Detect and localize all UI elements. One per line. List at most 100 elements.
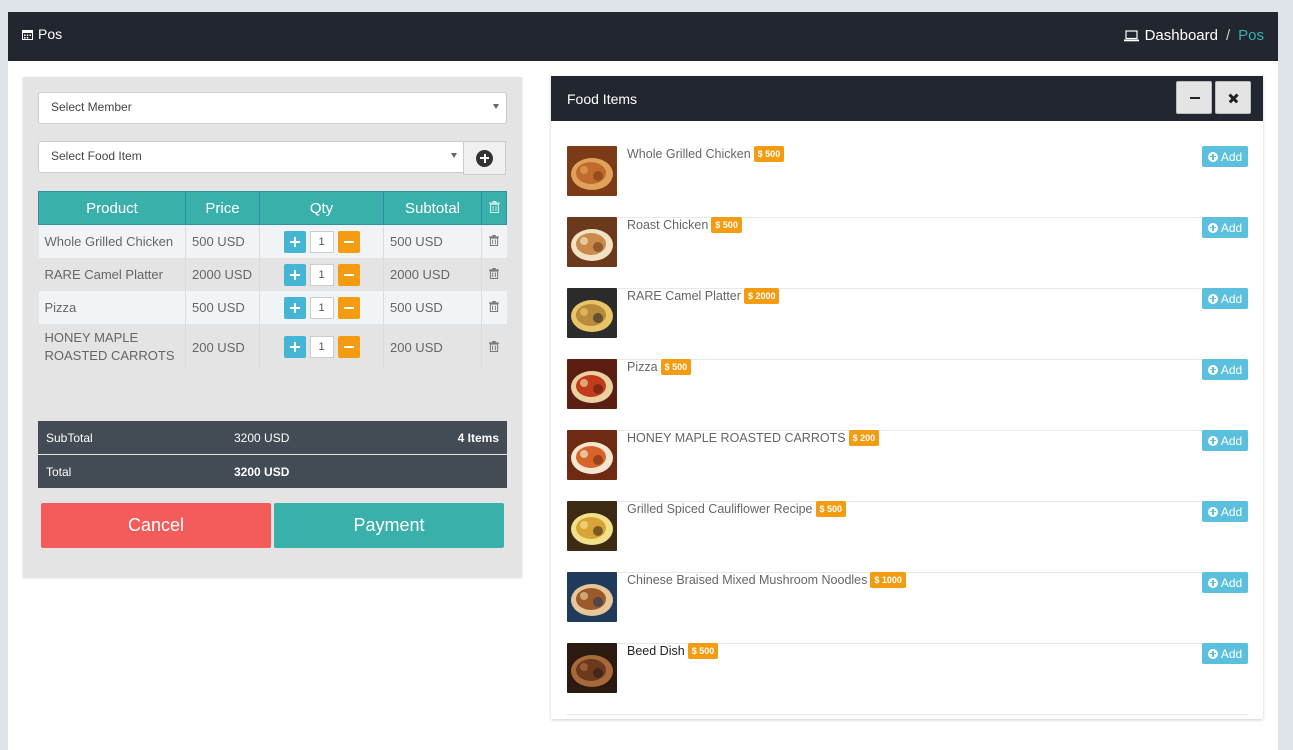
member-select-value: Select Member [51,100,132,114]
food-item: Roast Chicken $ 500 Add [567,217,1248,289]
food-items-header: Food Items [551,76,1263,121]
food-item-title: Whole Grilled Chicken $ 500 [627,146,785,162]
cart-row: Whole Grilled Chicken 500 USD 1 500 USD [38,224,507,258]
cart-subtotal: 500 USD [383,291,482,324]
qty-input[interactable]: 1 [309,263,334,286]
food-item-title: Chinese Braised Mixed Mushroom Noodles $ … [627,572,906,588]
food-items-title: Food Items [567,91,638,107]
chevron-down-icon [451,153,457,158]
qty-input[interactable]: 1 [309,230,334,253]
trash-icon [489,268,500,279]
total-bar: Total 3200 USD [38,455,507,488]
remove-row-button[interactable] [481,324,507,370]
decrease-qty-button[interactable] [337,296,360,319]
cart-subtotal: 200 USD [383,324,482,370]
cart-subtotal: 500 USD [383,224,482,258]
cart-table: Product Price Qty Subtotal Whole Grilled [38,191,507,370]
decrease-qty-button[interactable] [337,263,360,286]
increase-qty-button[interactable] [283,263,306,286]
add-to-cart-button[interactable]: Add [1202,217,1248,238]
total-label: Total [46,465,72,479]
cart-qty-cell: 1 [259,224,384,258]
calendar-icon [22,29,33,40]
food-item-title: Grilled Spiced Cauliflower Recipe $ 500 [627,501,847,517]
add-to-cart-button[interactable]: Add [1202,146,1248,167]
member-select[interactable]: Select Member [38,92,507,124]
add-to-cart-button[interactable]: Add [1202,359,1248,380]
clear-cart-header[interactable] [481,191,507,225]
price-badge: $ 200 [848,430,880,446]
add-label: Add [1220,433,1243,448]
add-label: Add [1220,504,1243,519]
close-button[interactable] [1215,81,1251,114]
food-thumbnail [567,572,617,622]
add-label: Add [1220,575,1243,590]
add-label: Add [1220,362,1243,377]
add-to-cart-button[interactable]: Add [1202,430,1248,451]
cart-row: Pizza 500 USD 1 500 USD [38,291,507,324]
food-items-panel: Food Items Whole Grilled Chicken $ 500 Add… [551,76,1263,719]
remove-row-button[interactable] [481,224,507,258]
add-food-button[interactable] [463,141,506,175]
cart-product: HONEY MAPLE ROASTED CARROTS [38,324,186,370]
cart-row: HONEY MAPLE ROASTED CARROTS 200 USD 1 200 U… [38,324,507,370]
add-to-cart-button[interactable]: Add [1202,288,1248,309]
cart-qty-cell: 1 [259,291,384,324]
increase-qty-button[interactable] [283,336,306,358]
food-item-title: Pizza $ 500 [627,359,692,375]
food-thumbnail [567,217,617,267]
decrease-qty-button[interactable] [337,336,360,358]
food-item-title: RARE Camel Platter $ 2000 [627,288,780,304]
cancel-button[interactable]: Cancel [41,503,271,548]
food-thumbnail [567,359,617,409]
food-thumbnail [567,643,617,693]
decrease-qty-button[interactable] [337,230,360,253]
food-name: Grilled Spiced Cauliflower Recipe [627,502,813,516]
add-to-cart-button[interactable]: Add [1202,572,1248,593]
page-title-text: Pos [38,26,63,42]
qty-input[interactable]: 1 [309,336,334,358]
page: Pos Dashboard / Pos Select Member Select… [8,12,1278,750]
food-item: Beed Dish $ 500 Add [567,643,1248,715]
cart-row: RARE Camel Platter 2000 USD 1 2000 USD [38,258,507,291]
add-to-cart-button[interactable]: Add [1202,643,1248,664]
increase-qty-button[interactable] [283,230,306,253]
food-select-value: Select Food Item [51,149,142,163]
add-label: Add [1220,220,1243,235]
add-to-cart-button[interactable]: Add [1202,501,1248,522]
food-name: Beed Dish [627,644,685,658]
food-item: Chinese Braised Mixed Mushroom Noodles $ … [567,572,1248,644]
plus-circle-icon [1207,151,1218,162]
add-label: Add [1220,291,1243,306]
food-item: Grilled Spiced Cauliflower Recipe $ 500 Ad… [567,501,1248,573]
payment-button[interactable]: Payment [274,503,504,548]
cart-subtotal: 2000 USD [383,258,482,291]
cart-price: 200 USD [185,324,260,370]
minimize-button[interactable] [1176,81,1212,114]
cart-product: Pizza [38,291,186,324]
breadcrumb-dashboard[interactable]: Dashboard [1123,27,1218,44]
food-item: RARE Camel Platter $ 2000 Add [567,288,1248,360]
items-count: 4 Items [457,431,499,445]
qty-input[interactable]: 1 [309,296,334,319]
plus-circle-icon [1207,577,1218,588]
food-select[interactable]: Select Food Item [38,141,465,173]
remove-row-button[interactable] [481,258,507,291]
food-name: RARE Camel Platter [627,289,741,303]
breadcrumb-separator: / [1225,27,1231,44]
column-header: Product [38,191,186,225]
food-name: Whole Grilled Chicken [627,147,751,161]
price-badge: $ 2000 [743,288,780,304]
food-name: Chinese Braised Mixed Mushroom Noodles [627,573,868,587]
food-thumbnail [567,501,617,551]
price-badge: $ 1000 [870,572,906,588]
increase-qty-button[interactable] [283,296,306,319]
plus-circle-icon [1207,648,1218,659]
price-badge: $ 500 [815,501,847,517]
food-thumbnail [567,430,617,480]
add-label: Add [1220,149,1243,164]
breadcrumb-dashboard-label: Dashboard [1144,27,1218,44]
remove-row-button[interactable] [481,291,507,324]
cart-price: 500 USD [185,224,260,258]
plus-circle-icon [476,149,493,167]
